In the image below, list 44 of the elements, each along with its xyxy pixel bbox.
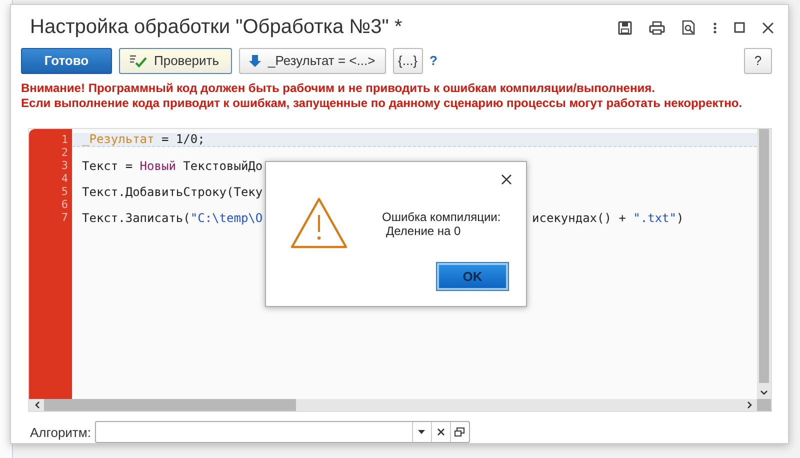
field-label: Алгоритм:	[30, 424, 91, 440]
open-window-icon[interactable]	[454, 427, 466, 437]
save-icon[interactable]	[618, 20, 632, 35]
code-text: Текст.Записать("C:\temp\О	[82, 212, 263, 225]
done-button[interactable]: Готово	[21, 48, 112, 74]
window-title: Настройка обработки "Обработка №3" *	[29, 16, 404, 40]
maximize-icon[interactable]	[734, 22, 745, 34]
printer-icon[interactable]	[649, 20, 665, 35]
help-button[interactable]: ?	[744, 48, 772, 74]
code-text: Текст.ДобавитьСтроку(Теку	[82, 186, 263, 199]
line-number: 1	[61, 132, 68, 146]
chevron-left-icon[interactable]	[34, 401, 40, 409]
line-number: 4	[61, 172, 68, 185]
warning-text: Внимание! Программный код должен быть рабочим и не приводить к ошибкам компиляции/выполнения.	[21, 80, 656, 96]
line-number: 7	[61, 210, 68, 224]
close-icon[interactable]	[501, 174, 512, 185]
code-text: исекундах() + ".txt")	[532, 212, 684, 225]
error-message: Деление на 0	[385, 224, 462, 238]
close-icon[interactable]	[762, 22, 774, 34]
dropdown-icon[interactable]	[418, 430, 426, 434]
arrow-down-icon	[248, 54, 262, 68]
line-number: 6	[61, 198, 68, 211]
help-link[interactable]: ?	[430, 53, 438, 68]
horizontal-scrollbar[interactable]	[29, 399, 771, 411]
line-number: 3	[61, 158, 68, 172]
more-icon[interactable]	[713, 22, 717, 34]
code-text: _Результат = 1/0;	[82, 132, 205, 146]
chevron-down-icon[interactable]	[760, 390, 768, 396]
warning-icon	[290, 196, 348, 249]
algorithm-field[interactable]	[94, 421, 470, 443]
clear-icon[interactable]	[436, 428, 445, 436]
braces-button[interactable]: {...}	[393, 48, 423, 74]
vertical-scrollbar[interactable]	[757, 128, 771, 399]
check-button[interactable]: Проверить	[119, 48, 232, 74]
preview-icon[interactable]	[682, 20, 696, 36]
error-message: Ошибка компиляции:	[382, 210, 501, 224]
line-number: 5	[61, 184, 68, 198]
line-number: 2	[61, 146, 68, 159]
dropdown-button[interactable]: _Результат = <...>	[239, 48, 386, 74]
scrollbar-corner	[757, 399, 771, 411]
code-text: Текст = Новый ТекстовыйДо	[82, 160, 263, 173]
chevron-right-icon[interactable]	[747, 401, 753, 409]
check-code-icon	[128, 52, 148, 69]
warning-text: Если выполнение кода приводит к ошибкам, запущенные по данному сценарию процессы могут работать некорректно.	[21, 96, 744, 111]
